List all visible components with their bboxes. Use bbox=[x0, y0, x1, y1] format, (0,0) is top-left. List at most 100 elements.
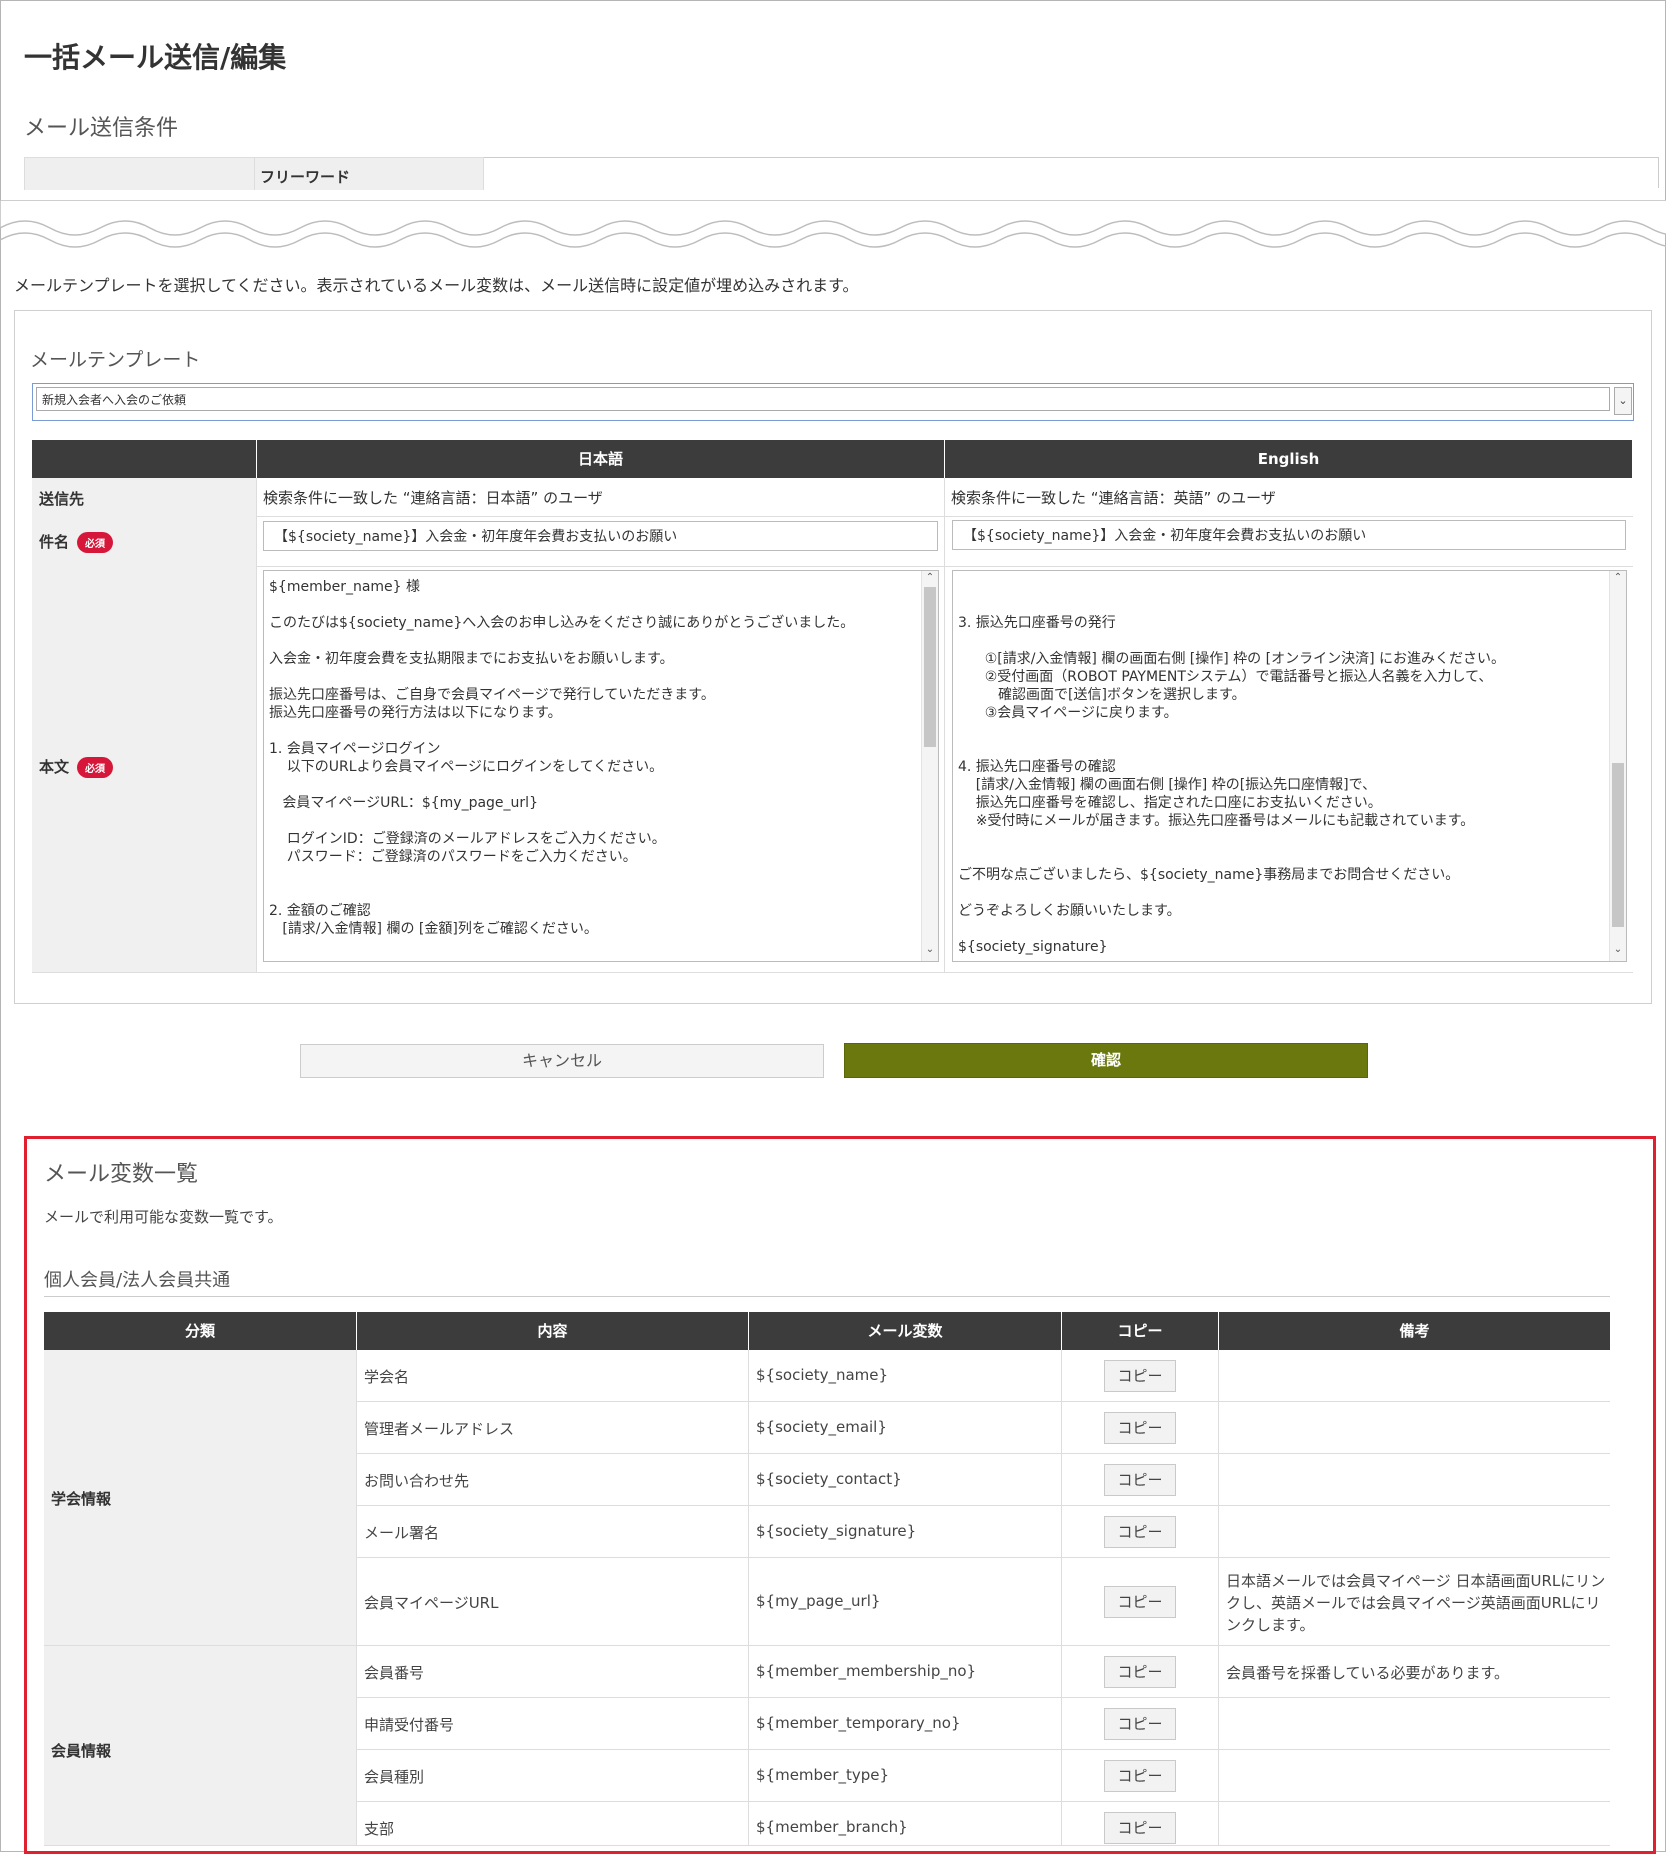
row-label-recipient: 送信先 bbox=[32, 478, 256, 517]
subject-ja-input[interactable]: 【${society_name}】入会金・初年度年会費お支払いのお願い bbox=[263, 521, 938, 551]
vars-col-copy: コピー bbox=[1062, 1312, 1218, 1350]
vars-col-category: 分類 bbox=[44, 1312, 356, 1350]
body-line bbox=[958, 830, 1608, 848]
copy-button[interactable]: コピー bbox=[1104, 1516, 1176, 1548]
var-note-cell bbox=[1218, 1350, 1610, 1402]
body-line: 4. 振込先口座番号の確認 bbox=[958, 759, 1116, 775]
var-copy-cell: コピー bbox=[1061, 1698, 1218, 1750]
var-content-cell: お問い合わせ先 bbox=[356, 1454, 748, 1506]
body-line bbox=[958, 632, 1608, 650]
row-label-body: 本文 必須 bbox=[32, 566, 256, 973]
var-name: ${member_branch} bbox=[756, 1818, 908, 1836]
var-content: 学会名 bbox=[364, 1368, 410, 1386]
var-name-cell: ${society_contact} bbox=[748, 1454, 1061, 1506]
copy-button[interactable]: コピー bbox=[1104, 1360, 1176, 1392]
var-content-cell: 会員種別 bbox=[356, 1750, 748, 1802]
body-line bbox=[269, 776, 919, 794]
var-note-line: ンクします。 bbox=[1226, 1616, 1315, 1634]
body-line: [請求/入金情報] 欄の画面右側 [操作] 枠の[振込先口座情報]で、 bbox=[958, 777, 1377, 793]
confirm-button[interactable]: 確認 bbox=[844, 1043, 1368, 1078]
var-name: ${member_type} bbox=[756, 1766, 890, 1784]
var-copy-cell: コピー bbox=[1061, 1750, 1218, 1802]
var-name-cell: ${member_membership_no} bbox=[748, 1646, 1061, 1698]
var-note: 会員番号を採番している必要があります。 bbox=[1226, 1664, 1510, 1682]
scroll-down-icon[interactable]: ⌄ bbox=[922, 943, 938, 957]
var-note-cell bbox=[1218, 1698, 1610, 1750]
body-line: ログインID：ご登録済のメールアドレスをご入力ください。 bbox=[269, 831, 666, 847]
copy-button[interactable]: コピー bbox=[1104, 1708, 1176, 1740]
body-line: どうぞよろしくお願いいたします。 bbox=[958, 903, 1181, 919]
body-ja-textarea[interactable]: ${member_name} 様このたびは${society_name}へ入会の… bbox=[263, 570, 939, 962]
body-line bbox=[958, 596, 1608, 614]
scroll-up-icon[interactable]: ⌃ bbox=[1610, 571, 1626, 585]
page-title: 一括メール送信/編集 bbox=[24, 41, 287, 74]
vars-col-variable: メール変数 bbox=[749, 1312, 1061, 1350]
var-note-line: 日本語メールでは会員マイページ 日本語画面URLにリン bbox=[1226, 1572, 1606, 1590]
vars-col-content: 内容 bbox=[357, 1312, 748, 1350]
variables-title: メール変数一覧 bbox=[44, 1162, 199, 1187]
body-line: [請求/入金情報] 欄の [金額]列をご確認ください。 bbox=[269, 921, 598, 937]
recipient-en-cell: 検索条件に一致した “連絡言語：英語” のユーザ bbox=[944, 478, 1633, 517]
var-content: 会員番号 bbox=[364, 1664, 425, 1682]
var-name: ${society_name} bbox=[756, 1366, 889, 1384]
var-copy-cell: コピー bbox=[1061, 1350, 1218, 1402]
copy-button[interactable]: コピー bbox=[1104, 1586, 1176, 1618]
var-content: メール署名 bbox=[364, 1524, 440, 1542]
body-line: 振込先口座番号を確認し、指定された口座にお支払いください。 bbox=[958, 795, 1382, 811]
body-line bbox=[958, 920, 1608, 938]
var-content-cell: 支部 bbox=[356, 1802, 748, 1846]
copy-button[interactable]: コピー bbox=[1104, 1412, 1176, 1444]
copy-button[interactable]: コピー bbox=[1104, 1464, 1176, 1496]
body-ja-scrollbar[interactable]: ⌃ ⌄ bbox=[921, 571, 938, 961]
body-en-textarea[interactable]: 3. 振込先口座番号の発行 ①[請求/入金情報] 欄の画面右側 [操作] 枠の … bbox=[952, 570, 1627, 962]
body-line: ※受付時にメールが届きます。振込先口座番号はメールにも記載されています。 bbox=[958, 813, 1475, 829]
copy-button[interactable]: コピー bbox=[1104, 1656, 1176, 1688]
var-name-cell: ${my_page_url} bbox=[748, 1558, 1061, 1646]
var-note-cell: 日本語メールでは会員マイページ 日本語画面URLにリン クし、英語メールでは会員マ… bbox=[1218, 1558, 1610, 1646]
mail-table-head-ja: 日本語 bbox=[257, 440, 944, 478]
template-select-value[interactable]: 新規入会者へ入会のご依頼 bbox=[36, 387, 1610, 411]
scrollbar-thumb[interactable] bbox=[924, 587, 936, 747]
variables-subheading: 個人会員/法人会員共通 bbox=[44, 1270, 231, 1291]
body-line: 以下のURLより会員マイページにログインをしてください。 bbox=[269, 759, 664, 775]
body-line bbox=[269, 866, 919, 884]
chevron-down-icon[interactable]: ⌄ bbox=[1614, 387, 1632, 415]
body-line: 入会金・初年度会費を支払期限までにお支払いをお願いします。 bbox=[269, 651, 674, 667]
scroll-down-icon[interactable]: ⌄ bbox=[1610, 943, 1626, 957]
body-line: ②受付画面（ROBOT PAYMENTシステム）で電話番号と振込人名義を入力して… bbox=[958, 669, 1493, 685]
scrollbar-thumb[interactable] bbox=[1612, 763, 1624, 927]
var-name: ${member_membership_no} bbox=[756, 1662, 977, 1680]
body-line: 3. 振込先口座番号の発行 bbox=[958, 615, 1116, 631]
copy-button[interactable]: コピー bbox=[1104, 1812, 1176, 1844]
var-copy-cell: コピー bbox=[1061, 1802, 1218, 1846]
var-category: 学会情報 bbox=[51, 1490, 112, 1508]
scroll-up-icon[interactable]: ⌃ bbox=[922, 571, 938, 585]
var-content-cell: 会員番号 bbox=[356, 1646, 748, 1698]
var-name-cell: ${society_email} bbox=[748, 1402, 1061, 1454]
body-line: 確認画面で[送信]ボタンを選択します。 bbox=[958, 687, 1246, 703]
var-note-cell bbox=[1218, 1802, 1610, 1846]
var-note-cell: 会員番号を採番している必要があります。 bbox=[1218, 1646, 1610, 1698]
subject-en-input[interactable]: 【${society_name}】入会金・初年度年会費お支払いのお願い bbox=[952, 520, 1626, 550]
copy-button[interactable]: コピー bbox=[1104, 1760, 1176, 1792]
body-line: ${society_signature} bbox=[958, 939, 1108, 955]
body-line: ご不明な点ございましたら、${society_name}事務局までお問合せくださ… bbox=[958, 867, 1460, 883]
body-line: ①[請求/入金情報] 欄の画面右側 [操作] 枠の [オンライン決済] にお進み… bbox=[958, 651, 1505, 667]
var-name-cell: ${member_type} bbox=[748, 1750, 1061, 1802]
var-note-cell bbox=[1218, 1454, 1610, 1506]
var-content: 管理者メールアドレス bbox=[364, 1420, 515, 1438]
subheading-divider bbox=[44, 1296, 1610, 1297]
conditions-heading: メール送信条件 bbox=[24, 116, 179, 141]
body-en-scrollbar[interactable]: ⌃ ⌄ bbox=[1609, 571, 1626, 961]
var-copy-cell: コピー bbox=[1061, 1558, 1218, 1646]
var-category-cell: 学会情報 bbox=[44, 1350, 356, 1646]
cancel-button[interactable]: キャンセル bbox=[300, 1044, 824, 1078]
required-badge: 必須 bbox=[77, 757, 114, 778]
recipient-en: 検索条件に一致した “連絡言語：英語” のユーザ bbox=[951, 489, 1276, 507]
row-label-subject: 件名 必須 bbox=[32, 516, 256, 567]
omission-wave-divider bbox=[0, 200, 1666, 248]
body-line bbox=[958, 740, 1608, 758]
var-content-cell: 会員マイページURL bbox=[356, 1558, 748, 1646]
subject-label: 件名 bbox=[39, 533, 70, 551]
template-label: メールテンプレート bbox=[30, 349, 201, 371]
